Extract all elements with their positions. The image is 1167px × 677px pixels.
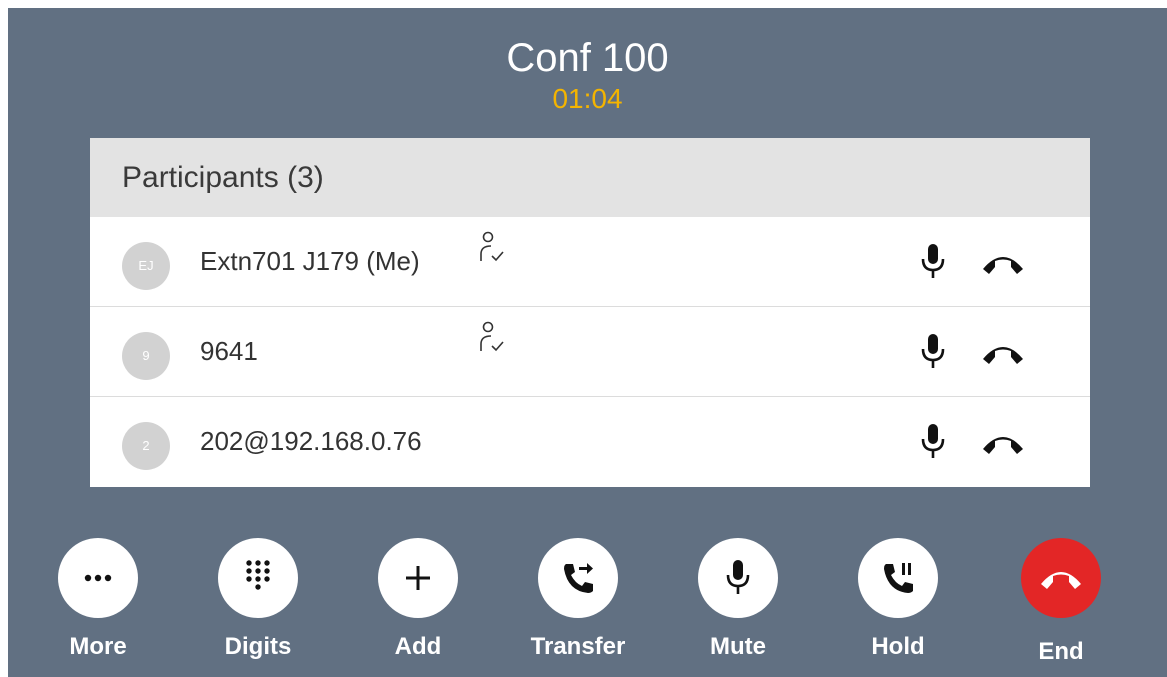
transfer-button-circle[interactable] bbox=[538, 538, 618, 618]
hold-icon bbox=[884, 563, 913, 593]
end-call-icon bbox=[1041, 572, 1081, 589]
call-controls: More Digits Add Transfer Mute Hold End bbox=[8, 8, 1167, 677]
more-icon bbox=[84, 574, 112, 582]
hold-button-circle[interactable] bbox=[858, 538, 938, 618]
end-call-button-circle[interactable] bbox=[1021, 538, 1101, 618]
digits-button[interactable]: Digits bbox=[198, 538, 318, 661]
dialpad-icon bbox=[246, 560, 270, 590]
digits-label: Digits bbox=[224, 633, 292, 660]
transfer-button[interactable]: Transfer bbox=[518, 538, 638, 661]
hold-button[interactable]: Hold bbox=[838, 538, 958, 661]
end-call-button[interactable]: End bbox=[1001, 538, 1121, 666]
mute-button[interactable]: Mute bbox=[678, 538, 798, 661]
add-icon bbox=[406, 566, 430, 590]
add-button[interactable]: Add bbox=[358, 538, 478, 661]
mute-button-circle[interactable] bbox=[698, 538, 778, 618]
mute-label: Mute bbox=[710, 633, 766, 660]
end-label: End bbox=[1038, 638, 1084, 665]
more-button[interactable]: More bbox=[38, 538, 158, 661]
more-button-circle[interactable] bbox=[58, 538, 138, 618]
add-button-circle[interactable] bbox=[378, 538, 458, 618]
digits-button-circle[interactable] bbox=[218, 538, 298, 618]
hold-label: Hold bbox=[871, 633, 925, 660]
transfer-label: Transfer bbox=[530, 633, 626, 660]
add-label: Add bbox=[394, 633, 442, 660]
transfer-icon bbox=[564, 563, 593, 593]
microphone-icon bbox=[726, 560, 750, 594]
more-label: More bbox=[69, 633, 127, 660]
conference-call-screen: Conf 100 01:04 Participants (3) EJ Extn7… bbox=[8, 8, 1167, 677]
